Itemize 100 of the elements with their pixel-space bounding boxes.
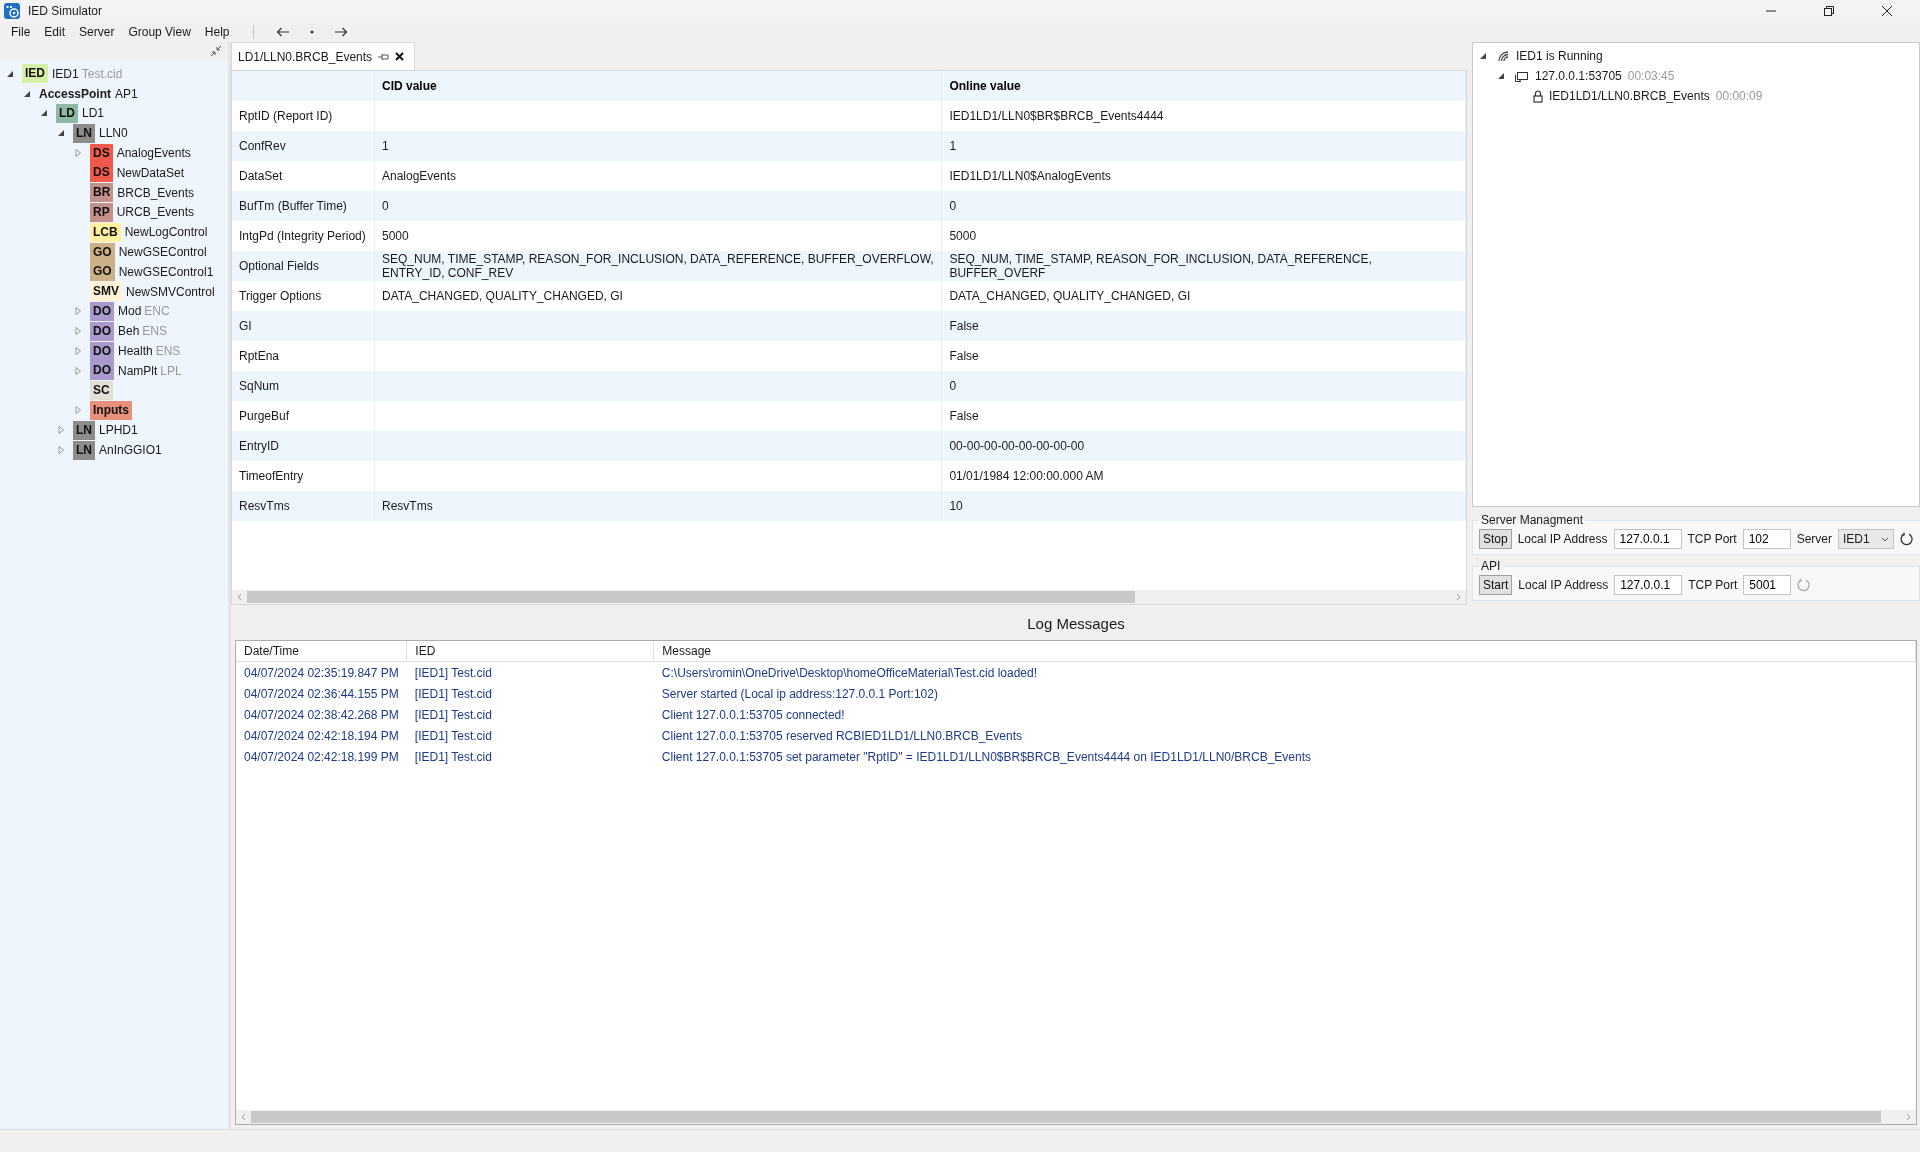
collapse-triangle-icon[interactable] xyxy=(40,109,48,118)
expand-triangle-icon[interactable] xyxy=(74,366,82,375)
close-icon[interactable] xyxy=(395,52,405,61)
elapsed-time: 00:03:45 xyxy=(1627,69,1675,83)
tree-item[interactable]: AnInGGIO1 xyxy=(99,443,162,458)
ip-address-field[interactable]: 127.0.0.1 xyxy=(1613,529,1682,549)
tree-item[interactable]: Health xyxy=(118,344,153,359)
log-cell: 04/07/2024 02:42:18.194 PM xyxy=(244,728,399,743)
property-value: 0 xyxy=(382,199,389,213)
menu-item[interactable]: File xyxy=(6,25,36,39)
expand-triangle-icon[interactable] xyxy=(74,149,82,158)
property-value: 0 xyxy=(949,199,957,213)
collapse-triangle-icon[interactable] xyxy=(57,129,65,138)
property-name: Trigger Options xyxy=(239,289,322,303)
log-cell: 04/07/2024 02:36:44.155 PM xyxy=(244,686,399,701)
collapse-arrows-icon[interactable] xyxy=(210,45,222,57)
field-label: TCP Port xyxy=(1687,532,1737,546)
log-cell: [IED1] Test.cid xyxy=(414,728,492,743)
tree-item[interactable]: BRCB_Events xyxy=(117,185,195,200)
menu-item[interactable]: Edit xyxy=(39,25,71,39)
collapse-triangle-icon[interactable] xyxy=(1479,52,1487,60)
connection-item[interactable]: IED1LD1/LLN0.BRCB_Events xyxy=(1549,89,1710,103)
tree-item[interactable]: NewDataSet xyxy=(116,165,185,180)
tcp-port-field[interactable]: 5001 xyxy=(1743,575,1792,595)
horizontal-scrollbar[interactable] xyxy=(236,1110,1916,1124)
tree-item[interactable]: AnalogEvents xyxy=(116,146,191,161)
pin-icon[interactable] xyxy=(378,52,390,61)
node-type-tag: DO xyxy=(90,361,114,381)
tree-item[interactable]: Mod xyxy=(118,304,142,319)
start-button[interactable]: Start xyxy=(1479,575,1513,595)
property-value: 5000 xyxy=(382,229,409,243)
collapse-triangle-icon[interactable] xyxy=(1497,72,1505,80)
node-type-tag: LN xyxy=(73,440,95,460)
tree-item[interactable]: NewGSEControl1 xyxy=(118,264,214,279)
forward-arrow-icon[interactable] xyxy=(333,27,348,37)
property-value: 0 xyxy=(949,379,957,393)
scroll-right-icon[interactable] xyxy=(1456,593,1461,601)
node-type-tag: LCB xyxy=(90,222,121,242)
property-value: AnalogEvents xyxy=(382,169,457,183)
stop-button[interactable]: Stop xyxy=(1479,529,1512,549)
column-header: IED xyxy=(415,644,436,658)
property-value: 1 xyxy=(949,139,957,153)
document-tab[interactable]: LD1/LLN0.BRCB_Events xyxy=(231,42,416,70)
tree-item[interactable]: LLN0 xyxy=(99,126,128,141)
scroll-right-icon[interactable] xyxy=(1906,1113,1911,1121)
tcp-port-field[interactable]: 102 xyxy=(1742,529,1791,549)
node-type-tag: BR xyxy=(90,183,114,203)
tree-item[interactable]: LD1 xyxy=(82,106,104,121)
server-dropdown[interactable]: IED1 xyxy=(1838,529,1894,549)
tree-item[interactable]: Beh xyxy=(118,324,140,339)
tree-item[interactable]: AP1 xyxy=(115,86,138,101)
close-icon[interactable] xyxy=(1881,5,1893,17)
property-value: 5000 xyxy=(949,229,977,243)
tree-item[interactable]: IED1 xyxy=(52,66,79,81)
scroll-left-icon[interactable] xyxy=(237,593,242,601)
log-title: Log Messages xyxy=(1027,614,1125,634)
expand-triangle-icon[interactable] xyxy=(74,307,82,316)
node-type-tag: LD xyxy=(56,104,78,123)
dot-icon[interactable] xyxy=(309,30,314,34)
tree-item[interactable]: NewSMVControl xyxy=(126,284,215,299)
expand-triangle-icon[interactable] xyxy=(74,347,82,356)
property-name: Optional Fields xyxy=(239,259,320,273)
tree-item[interactable]: URCB_Events xyxy=(116,205,195,220)
node-type-tag: IED xyxy=(22,64,48,84)
property-value: SEQ_NUM, TIME_STAMP, REASON_FOR_INCLUSION, DATA_REFERENCE, BUFFER_OVERFLOW, ENTRY_ID, CONF_REV xyxy=(382,252,934,280)
expand-triangle-icon[interactable] xyxy=(74,327,82,336)
log-cell: [IED1] Test.cid xyxy=(414,749,492,764)
tree-item[interactable]: NewLogControl xyxy=(124,225,208,240)
menu-item[interactable]: Server xyxy=(74,25,120,39)
horizontal-scrollbar[interactable] xyxy=(232,590,1466,604)
tree-item[interactable]: NewGSEControl xyxy=(118,245,207,260)
menu-item[interactable]: Help xyxy=(199,25,235,39)
restore-icon[interactable] xyxy=(1823,5,1835,17)
group-title: Server Managment xyxy=(1480,513,1585,527)
back-arrow-icon[interactable] xyxy=(275,27,290,37)
expand-triangle-icon[interactable] xyxy=(74,406,82,415)
expand-triangle-icon[interactable] xyxy=(57,426,65,435)
log-cell: C:\Users\romin\OneDrive\Desktop\homeOfficeMaterial\Test.cid loaded! xyxy=(661,665,1038,680)
expand-triangle-icon[interactable] xyxy=(57,446,65,455)
log-cell: Client 127.0.0.1:53705 connected! xyxy=(661,707,845,722)
signal-icon xyxy=(1497,50,1510,62)
collapse-triangle-icon[interactable] xyxy=(6,69,14,78)
collapse-triangle-icon[interactable] xyxy=(23,89,31,98)
menu-item[interactable]: Group View xyxy=(123,25,196,39)
scroll-left-icon[interactable] xyxy=(241,1113,246,1121)
ip-address-field[interactable]: 127.0.0.1 xyxy=(1614,575,1683,595)
node-type-tag: LN xyxy=(73,123,95,143)
tree-item[interactable]: NamPlt xyxy=(118,363,158,378)
refresh-icon[interactable] xyxy=(1900,532,1914,546)
node-type-tag: GO xyxy=(90,262,115,282)
node-type-tag: DO xyxy=(90,301,114,321)
property-value: DATA_CHANGED, QUALITY_CHANGED, GI xyxy=(382,289,623,303)
tree-item[interactable]: LPHD1 xyxy=(99,423,138,438)
connection-item[interactable]: 127.0.0.1:53705 xyxy=(1535,69,1622,83)
column-header: Online value xyxy=(949,79,1021,93)
node-type-tag: GO xyxy=(90,242,115,262)
log-cell: Client 127.0.0.1:53705 set parameter "RptID" = IED1LD1/LLN0$BR$BRCB_Events4444 on IED1LD1/LLN0/BRCB_Events xyxy=(661,749,1311,764)
caret-icon xyxy=(1881,536,1889,542)
window-title: IED Simulator xyxy=(28,4,103,18)
connection-item[interactable]: IED1 is Running xyxy=(1516,49,1603,63)
